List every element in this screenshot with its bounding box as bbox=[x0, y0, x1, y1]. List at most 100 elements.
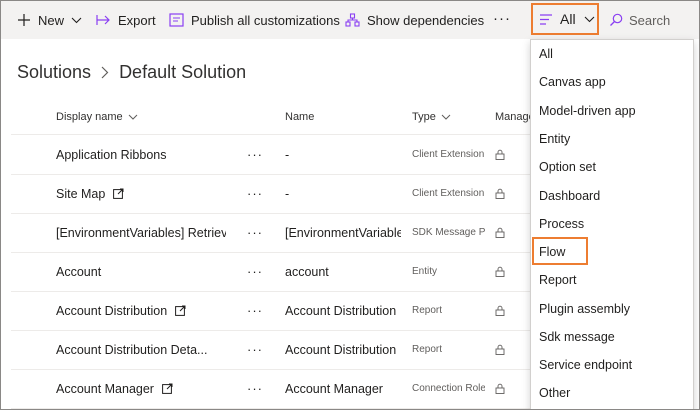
chevron-right-icon bbox=[101, 66, 109, 79]
name-cell: - bbox=[285, 186, 290, 201]
new-label: New bbox=[38, 12, 65, 28]
search-icon bbox=[609, 13, 623, 27]
menu-item-service-endpoint[interactable]: Service endpoint bbox=[531, 351, 693, 379]
more-commands-button[interactable]: ··· bbox=[493, 10, 511, 27]
row-more-button[interactable]: ··· bbox=[247, 330, 267, 369]
lock-icon bbox=[495, 369, 511, 408]
menu-item-canvas-app[interactable]: Canvas app bbox=[531, 68, 693, 96]
table-row[interactable]: [EnvironmentVariables] RetrieveM ··· [En… bbox=[11, 213, 531, 253]
display-name-cell[interactable]: Account Distribution Deta... bbox=[56, 330, 226, 369]
column-header-type[interactable]: Type bbox=[412, 111, 451, 123]
row-more-button[interactable]: ··· bbox=[247, 291, 267, 330]
chevron-down-icon bbox=[584, 16, 595, 23]
display-name-cell[interactable]: Site Map bbox=[56, 174, 226, 213]
open-external-icon[interactable] bbox=[175, 305, 186, 316]
filter-lines-icon bbox=[539, 13, 553, 25]
type-cell: Client Extension bbox=[412, 149, 485, 160]
export-button[interactable]: Export bbox=[96, 1, 156, 39]
display-name-cell[interactable]: Account bbox=[56, 252, 226, 291]
lock-icon bbox=[495, 330, 511, 369]
table-row[interactable]: Account Manager ··· Account Manager Conn… bbox=[11, 369, 531, 409]
menu-item-flow[interactable]: Flow bbox=[531, 238, 693, 266]
breadcrumb: Solutions Default Solution bbox=[17, 62, 246, 83]
display-name-cell[interactable]: Account Distribution bbox=[56, 291, 226, 330]
display-name-cell[interactable]: Application Ribbons bbox=[56, 135, 226, 174]
dependencies-label: Show dependencies bbox=[367, 12, 485, 28]
command-bar: New Export Publish all customizations Sh… bbox=[1, 1, 699, 39]
search-box[interactable]: Search bbox=[609, 1, 670, 39]
table-row[interactable]: Account Distribution Deta... ··· Account… bbox=[11, 330, 531, 370]
filter-label: All bbox=[560, 11, 576, 27]
column-header-label: Name bbox=[285, 111, 315, 123]
type-cell: Connection Role bbox=[412, 383, 485, 394]
row-more-button[interactable]: ··· bbox=[247, 252, 267, 291]
filter-dropdown-button[interactable]: All bbox=[531, 3, 599, 35]
table-row[interactable]: Site Map ··· - Client Extension bbox=[11, 174, 531, 214]
display-name: [EnvironmentVariables] RetrieveM bbox=[56, 225, 226, 240]
chevron-down-icon bbox=[441, 114, 451, 120]
type-cell: SDK Message P bbox=[412, 227, 485, 238]
lock-icon bbox=[495, 174, 511, 213]
lock-icon bbox=[495, 291, 511, 330]
column-header-label: Type bbox=[412, 111, 436, 123]
dependencies-icon bbox=[345, 13, 360, 27]
display-name: Account bbox=[56, 264, 102, 279]
export-icon bbox=[96, 14, 111, 26]
open-external-icon[interactable] bbox=[162, 383, 173, 394]
chevron-down-icon bbox=[128, 114, 138, 120]
solution-window: New Export Publish all customizations Sh… bbox=[0, 0, 700, 410]
chevron-down-icon bbox=[71, 17, 82, 24]
publish-all-button[interactable]: Publish all customizations bbox=[169, 1, 340, 39]
breadcrumb-solutions-link[interactable]: Solutions bbox=[17, 62, 91, 83]
display-name: Account Manager bbox=[56, 381, 154, 396]
table-row[interactable]: Account ··· account Entity bbox=[11, 252, 531, 292]
column-header-label: Display name bbox=[56, 111, 123, 123]
menu-item-sdk-message[interactable]: Sdk message bbox=[531, 323, 693, 351]
menu-item-report[interactable]: Report bbox=[531, 266, 693, 294]
menu-item-process[interactable]: Process bbox=[531, 210, 693, 238]
name-cell: Account Distribution bbox=[285, 303, 397, 318]
row-more-button[interactable]: ··· bbox=[247, 369, 267, 408]
display-name: Application Ribbons bbox=[56, 147, 167, 162]
search-placeholder: Search bbox=[629, 12, 671, 28]
lock-icon bbox=[495, 252, 511, 291]
name-cell: [EnvironmentVariable bbox=[285, 225, 401, 240]
breadcrumb-current: Default Solution bbox=[119, 62, 247, 82]
menu-item-option-set[interactable]: Option set bbox=[531, 153, 693, 181]
menu-item-dashboard[interactable]: Dashboard bbox=[531, 182, 693, 210]
menu-item-all[interactable]: All bbox=[531, 40, 693, 68]
name-cell: - bbox=[285, 147, 290, 162]
column-header-name[interactable]: Name bbox=[285, 111, 314, 123]
name-cell: Account Distribution bbox=[285, 342, 397, 357]
export-label: Export bbox=[118, 12, 156, 28]
column-header-label: Manage bbox=[495, 111, 535, 123]
filter-dropdown-menu: All Canvas app Model-driven app Entity O… bbox=[530, 39, 694, 409]
name-cell: account bbox=[285, 264, 329, 279]
table-row[interactable]: Application Ribbons ··· - Client Extensi… bbox=[11, 135, 531, 175]
table-row[interactable]: Account Distribution ··· Account Distrib… bbox=[11, 291, 531, 331]
menu-item-entity[interactable]: Entity bbox=[531, 125, 693, 153]
menu-item-plugin-assembly[interactable]: Plugin assembly bbox=[531, 295, 693, 323]
menu-item-other[interactable]: Other bbox=[531, 379, 693, 407]
type-cell: Client Extension bbox=[412, 188, 485, 199]
column-header-display-name[interactable]: Display name bbox=[56, 111, 138, 123]
type-cell: Report bbox=[412, 344, 443, 355]
menu-item-model-driven-app[interactable]: Model-driven app bbox=[531, 97, 693, 125]
publish-icon bbox=[169, 13, 184, 27]
show-dependencies-button[interactable]: Show dependencies bbox=[345, 1, 484, 39]
type-cell: Report bbox=[412, 305, 443, 316]
name-cell: Account Manager bbox=[285, 381, 383, 396]
row-more-button[interactable]: ··· bbox=[247, 213, 267, 252]
row-more-button[interactable]: ··· bbox=[247, 174, 267, 213]
plus-icon bbox=[17, 13, 31, 27]
display-name-cell[interactable]: [EnvironmentVariables] RetrieveM bbox=[56, 213, 226, 252]
open-external-icon[interactable] bbox=[113, 188, 124, 199]
row-more-button[interactable]: ··· bbox=[247, 135, 267, 174]
lock-icon bbox=[495, 135, 511, 174]
type-cell: Entity bbox=[412, 266, 438, 277]
display-name-cell[interactable]: Account Manager bbox=[56, 369, 226, 408]
display-name: Account Distribution Deta... bbox=[56, 342, 208, 357]
new-button[interactable]: New bbox=[17, 1, 82, 39]
lock-icon bbox=[495, 213, 511, 252]
column-header-managed[interactable]: Manage bbox=[495, 111, 535, 123]
